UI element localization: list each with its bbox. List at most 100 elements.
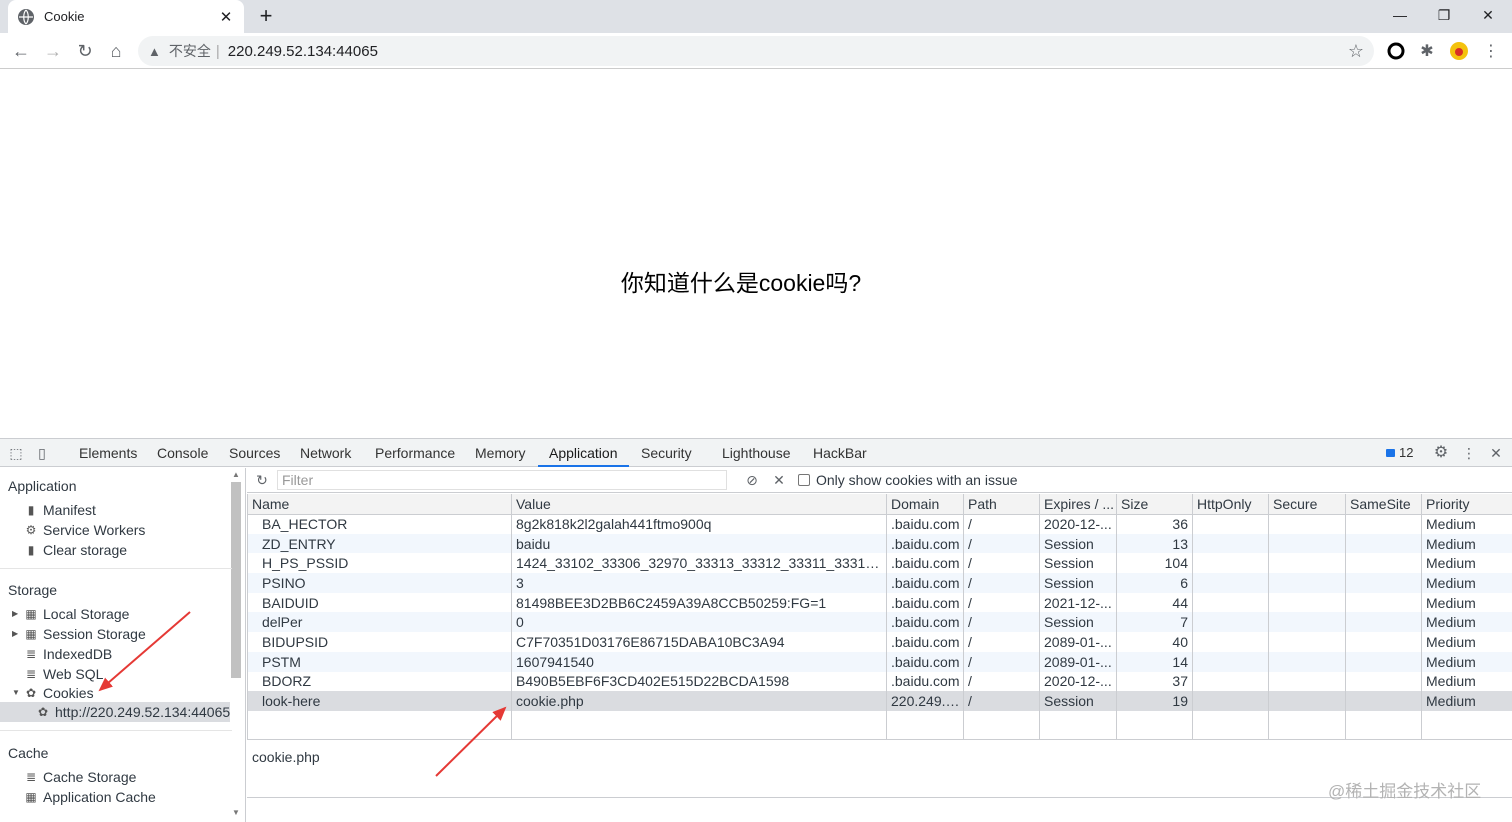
tab-application[interactable]: Application: [538, 439, 629, 467]
profile-avatar[interactable]: [1448, 40, 1470, 62]
issues-counter[interactable]: 12: [1386, 445, 1413, 460]
browser-tab[interactable]: Cookie ✕: [8, 0, 244, 33]
table-row[interactable]: PSINO3.baidu.com/Session6Medium: [248, 573, 1512, 593]
table-row[interactable]: BIDUPSIDC7F70351D03176E86715DABA10BC3A94…: [248, 632, 1512, 652]
cookie-icon: ✿: [24, 683, 38, 703]
column-header[interactable]: Value: [512, 494, 887, 514]
table-cell: cookie.php: [512, 691, 887, 711]
tab-title: Cookie: [44, 9, 218, 24]
tab-lighthouse[interactable]: Lighthouse: [722, 439, 791, 467]
column-header[interactable]: Size: [1117, 494, 1193, 514]
checkbox-box[interactable]: [798, 474, 810, 486]
sidebar-item-manifest[interactable]: ▮Manifest: [24, 500, 96, 520]
new-tab-button[interactable]: +: [254, 5, 278, 29]
column-header[interactable]: SameSite: [1346, 494, 1422, 514]
back-arrow-icon[interactable]: ←: [9, 39, 33, 63]
tab-close-icon[interactable]: ✕: [218, 8, 234, 26]
sidebar-item-local-storage[interactable]: ▶▦Local Storage: [24, 604, 129, 624]
sidebar-item-indexeddb[interactable]: ≣IndexedDB: [24, 644, 112, 664]
table-cell: BIDUPSID: [248, 632, 512, 652]
table-row[interactable]: ZD_ENTRYbaidu.baidu.com/Session13Medium: [248, 534, 1512, 554]
forward-arrow-icon[interactable]: →: [41, 39, 65, 63]
issues-flag-icon: [1386, 449, 1395, 457]
expand-arrow-icon[interactable]: ▶: [12, 604, 18, 624]
table-row[interactable]: look-herecookie.php220.249.5.../Session1…: [248, 691, 1512, 711]
table-cell: Session: [1040, 573, 1117, 593]
restore-button[interactable]: ❐: [1422, 0, 1466, 30]
tab-memory[interactable]: Memory: [475, 439, 526, 467]
column-header[interactable]: Expires / ...: [1040, 494, 1117, 514]
table-cell: Medium: [1422, 534, 1512, 554]
sidebar-item-service-workers[interactable]: ⚙Service Workers: [24, 520, 145, 540]
tab-console[interactable]: Console: [157, 439, 208, 467]
only-issue-checkbox[interactable]: Only show cookies with an issue: [798, 472, 1018, 488]
table-cell: /: [964, 672, 1040, 692]
table-row[interactable]: BDORZB490B5EBF6F3CD402E515D22BCDA1598.ba…: [248, 672, 1512, 692]
address-url[interactable]: 220.249.52.134:44065: [228, 43, 378, 60]
reload-icon[interactable]: ↻: [73, 39, 97, 63]
bookmark-star-icon[interactable]: ☆: [1348, 41, 1364, 62]
clear-all-icon[interactable]: ⊘: [742, 470, 762, 490]
table-cell: /: [964, 691, 1040, 711]
minimize-button[interactable]: —: [1378, 0, 1422, 30]
page-viewport: 你知道什么是cookie吗?: [0, 70, 1512, 438]
devtools-close-icon[interactable]: ✕: [1486, 443, 1506, 463]
table-cell: .baidu.com: [887, 593, 964, 613]
sidebar-item-label: Session Storage: [43, 624, 146, 644]
filter-input[interactable]: Filter: [277, 470, 727, 490]
table-cell: [1193, 672, 1269, 692]
table-row[interactable]: BA_HECTOR8g2k818k2l2galah441ftmo900q.bai…: [248, 514, 1512, 534]
extensions-puzzle-icon[interactable]: ✱: [1416, 40, 1438, 62]
sidebar-item-application-cache[interactable]: ▦Application Cache: [24, 787, 156, 807]
table-cell: /: [964, 573, 1040, 593]
table-cell: 1607941540: [512, 652, 887, 672]
column-header[interactable]: Priority: [1422, 494, 1512, 514]
table-row[interactable]: BAIDUID81498BEE3D2BB6C2459A39A8CCB50259:…: [248, 593, 1512, 613]
column-header[interactable]: Path: [964, 494, 1040, 514]
table-row[interactable]: PSTM1607941540.baidu.com/2089-01-...14Me…: [248, 652, 1512, 672]
column-header[interactable]: Name: [248, 494, 512, 514]
tab-hackbar[interactable]: HackBar: [813, 439, 867, 467]
address-bar[interactable]: ▲ 不安全 | 220.249.52.134:44065 ☆: [138, 36, 1374, 66]
tab-security[interactable]: Security: [641, 439, 692, 467]
sidebar-item-session-storage[interactable]: ▶▦Session Storage: [24, 624, 146, 644]
sidebar-item-cookie-origin[interactable]: ✿http://220.249.52.134:44065: [36, 702, 230, 722]
sidebar-item-clear-storage[interactable]: ▮Clear storage: [24, 540, 127, 560]
insecure-label[interactable]: 不安全: [169, 41, 211, 61]
refresh-icon[interactable]: ↻: [252, 470, 272, 490]
table-cell: 8g2k818k2l2galah441ftmo900q: [512, 514, 887, 534]
column-header[interactable]: Domain: [887, 494, 964, 514]
sidebar-scrollbar[interactable]: [231, 482, 241, 678]
device-toolbar-icon[interactable]: ▯: [32, 443, 52, 463]
watermark: @稀土掘金技术社区: [1328, 777, 1481, 802]
scroll-down-arrow-icon[interactable]: ▼: [232, 808, 240, 817]
home-icon[interactable]: ⌂: [104, 39, 128, 63]
extension-circle-icon[interactable]: [1385, 40, 1407, 62]
column-header[interactable]: Secure: [1269, 494, 1346, 514]
devtools-menu-icon[interactable]: ⋮: [1459, 443, 1479, 463]
issues-count: 12: [1399, 445, 1413, 460]
tab-elements[interactable]: Elements: [79, 439, 137, 467]
table-row[interactable]: H_PS_PSSID1424_33102_33306_32970_33313_3…: [248, 553, 1512, 573]
tab-network[interactable]: Network: [300, 439, 351, 467]
table-cell: [1346, 652, 1422, 672]
tab-performance[interactable]: Performance: [375, 439, 455, 467]
warning-icon[interactable]: ▲: [148, 44, 161, 59]
table-row[interactable]: delPer0.baidu.com/Session7Medium: [248, 612, 1512, 632]
collapse-arrow-icon[interactable]: ▼: [12, 683, 20, 703]
inspect-element-icon[interactable]: ⬚: [6, 443, 26, 463]
table-cell: delPer: [248, 612, 512, 632]
table-cell-empty: [248, 711, 512, 740]
scroll-up-arrow-icon[interactable]: ▲: [232, 470, 240, 479]
sidebar-item-cookies[interactable]: ▼✿Cookies: [24, 683, 94, 703]
expand-arrow-icon[interactable]: ▶: [12, 624, 18, 644]
tab-sources[interactable]: Sources: [229, 439, 280, 467]
settings-gear-icon[interactable]: ⚙: [1431, 443, 1451, 463]
browser-menu-icon[interactable]: ⋮: [1480, 40, 1502, 62]
sidebar-item-cache-storage[interactable]: ≣Cache Storage: [24, 767, 136, 787]
delete-selected-icon[interactable]: ✕: [769, 470, 789, 490]
sidebar-item-web-sql[interactable]: ≣Web SQL: [24, 664, 103, 684]
table-cell: [1193, 573, 1269, 593]
window-close-button[interactable]: ✕: [1466, 0, 1510, 30]
column-header[interactable]: HttpOnly: [1193, 494, 1269, 514]
